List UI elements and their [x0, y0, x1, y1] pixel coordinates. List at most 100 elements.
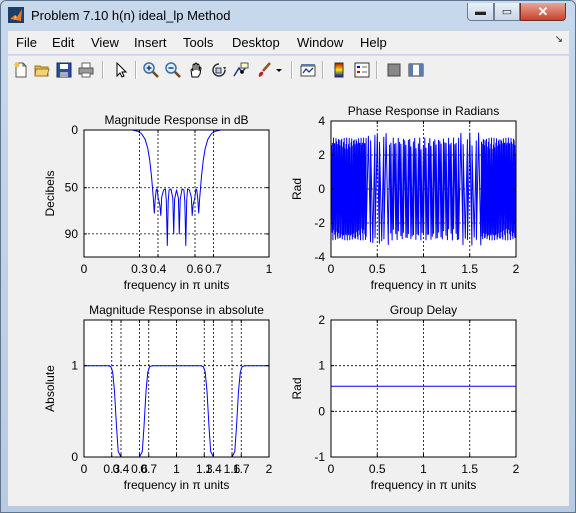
menu-insert[interactable]: Insert	[134, 35, 167, 50]
link-plot-icon[interactable]	[298, 60, 318, 80]
menu-file[interactable]: File	[16, 35, 37, 50]
hide-plot-tools-icon[interactable]	[384, 60, 404, 80]
plots-svg: 0 0.3 0.4 0.6 0.7 105090Magnitude Response in…	[43, 104, 520, 492]
x-tick-label: 0.4	[150, 262, 167, 276]
x-tick-label: 0	[81, 262, 88, 276]
y-tick-label: 4	[318, 114, 325, 128]
menu-bar: File Edit View Insert Tools Desktop Wind…	[8, 31, 569, 54]
x-tick-label: 1.4	[205, 462, 222, 476]
menu-tools[interactable]: Tools	[183, 35, 213, 50]
open-file-icon[interactable]	[32, 60, 52, 80]
x-tick-label: 2	[266, 462, 273, 476]
menu-edit[interactable]: Edit	[52, 35, 74, 50]
y-tick-label: -4	[314, 250, 325, 264]
y-axis-label: Rad	[290, 377, 304, 399]
x-tick-label: 1.7	[233, 462, 250, 476]
legend-icon[interactable]	[352, 60, 372, 80]
x-tick-label: 1	[266, 262, 273, 276]
y-tick-label: 0	[71, 450, 78, 464]
menu-help[interactable]: Help	[360, 35, 387, 50]
y-tick-label: 2	[318, 148, 325, 162]
menu-view[interactable]: View	[91, 35, 119, 50]
x-axis-label: frequency in π units	[371, 278, 477, 292]
axes-background	[84, 130, 269, 257]
brush-dropdown-icon[interactable]	[274, 60, 284, 80]
show-plot-tools-icon[interactable]	[406, 60, 426, 80]
axes-title: Magnitude Response in absolute	[89, 303, 264, 317]
save-icon[interactable]	[54, 60, 74, 80]
zoom-in-icon[interactable]	[141, 60, 161, 80]
x-tick-label: 0.5	[369, 262, 386, 276]
zoom-out-icon[interactable]	[163, 60, 183, 80]
y-tick-label: 0	[318, 182, 325, 196]
x-tick-label: 0	[328, 462, 335, 476]
menu-desktop[interactable]: Desktop	[232, 35, 280, 50]
window-title: Problem 7.10 h(n) ideal_lp Method	[31, 8, 231, 23]
x-tick-label: 0.3	[131, 262, 148, 276]
toolbar-separator	[135, 61, 137, 79]
matlab-logo-icon	[8, 7, 24, 23]
y-tick-label: -1	[314, 450, 325, 464]
y-axis-label: Decibels	[43, 170, 57, 216]
toolbar-separator	[322, 61, 324, 79]
axes-2	[330, 120, 517, 258]
axes-4	[330, 319, 517, 458]
y-tick-label: 1	[318, 359, 325, 373]
x-tick-label: 1	[420, 262, 427, 276]
y-tick-label: 2	[318, 313, 325, 327]
figure-window: Problem 7.10 h(n) ideal_lp Method ▬ ▭ ✕ …	[0, 0, 576, 513]
axes-1	[83, 129, 270, 258]
x-tick-label: 0.7	[140, 462, 157, 476]
x-tick-label: 1.5	[461, 462, 478, 476]
y-axis-label: Absolute	[43, 365, 57, 412]
y-tick-label: 0	[71, 123, 78, 137]
x-tick-label: 0.5	[369, 462, 386, 476]
y-tick-label: 1	[71, 359, 78, 373]
x-tick-label: 2	[513, 262, 520, 276]
close-icon: ✕	[537, 3, 549, 19]
series-line	[330, 132, 517, 246]
toolbar-separator	[291, 61, 293, 79]
minimize-button[interactable]: ▬	[467, 3, 494, 21]
y-tick-label: 90	[65, 227, 79, 241]
maximize-icon: ▭	[501, 6, 513, 18]
x-tick-label: 0	[328, 262, 335, 276]
x-tick-label: 1	[420, 462, 427, 476]
toolbar-separator	[102, 61, 104, 79]
figure-canvas: 0 0.3 0.4 0.6 0.7 1 0 50 90 Magnitude Response in…	[8, 85, 569, 506]
toolbar-separator	[376, 61, 378, 79]
x-axis-label: frequency in π units	[124, 278, 230, 292]
axes-title: Magnitude Response in dB	[104, 113, 248, 127]
x-tick-label: 1	[173, 462, 180, 476]
print-icon[interactable]	[76, 60, 96, 80]
colorbar-icon[interactable]	[329, 60, 349, 80]
data-cursor-icon[interactable]	[231, 60, 251, 80]
pointer-icon[interactable]	[111, 60, 131, 80]
dock-arrow-icon[interactable]: ↘	[555, 34, 563, 45]
x-tick-label: 2	[513, 462, 520, 476]
maximize-button[interactable]: ▭	[494, 3, 520, 21]
x-tick-label: 0	[81, 462, 88, 476]
title-bar[interactable]: Problem 7.10 h(n) ideal_lp Method ▬ ▭ ✕	[1, 1, 575, 31]
y-tick-label: -2	[314, 216, 325, 230]
menu-window[interactable]: Window	[297, 35, 343, 50]
pan-hand-icon[interactable]	[186, 60, 206, 80]
x-tick-label: 0.6	[187, 262, 204, 276]
y-tick-label: 0	[318, 404, 325, 418]
y-axis-label: Rad	[290, 178, 304, 200]
new-figure-icon[interactable]	[11, 60, 31, 80]
rotate-3d-icon[interactable]	[209, 60, 229, 80]
x-tick-label: 1.5	[461, 262, 478, 276]
x-axis-label: frequency in π units	[371, 478, 477, 492]
axes-title: Group Delay	[390, 303, 457, 317]
axes-title: Phase Response in Radians	[348, 104, 499, 118]
axes-3	[83, 319, 270, 458]
x-tick-label: 0.4	[113, 462, 130, 476]
minimize-icon: ▬	[475, 5, 486, 18]
brush-icon[interactable]	[254, 60, 274, 80]
x-tick-label: 0.7	[205, 262, 222, 276]
x-axis-label: frequency in π units	[124, 478, 230, 492]
figure-toolbar	[8, 55, 569, 85]
y-tick-label: 50	[65, 181, 79, 195]
close-button[interactable]: ✕	[520, 3, 566, 21]
